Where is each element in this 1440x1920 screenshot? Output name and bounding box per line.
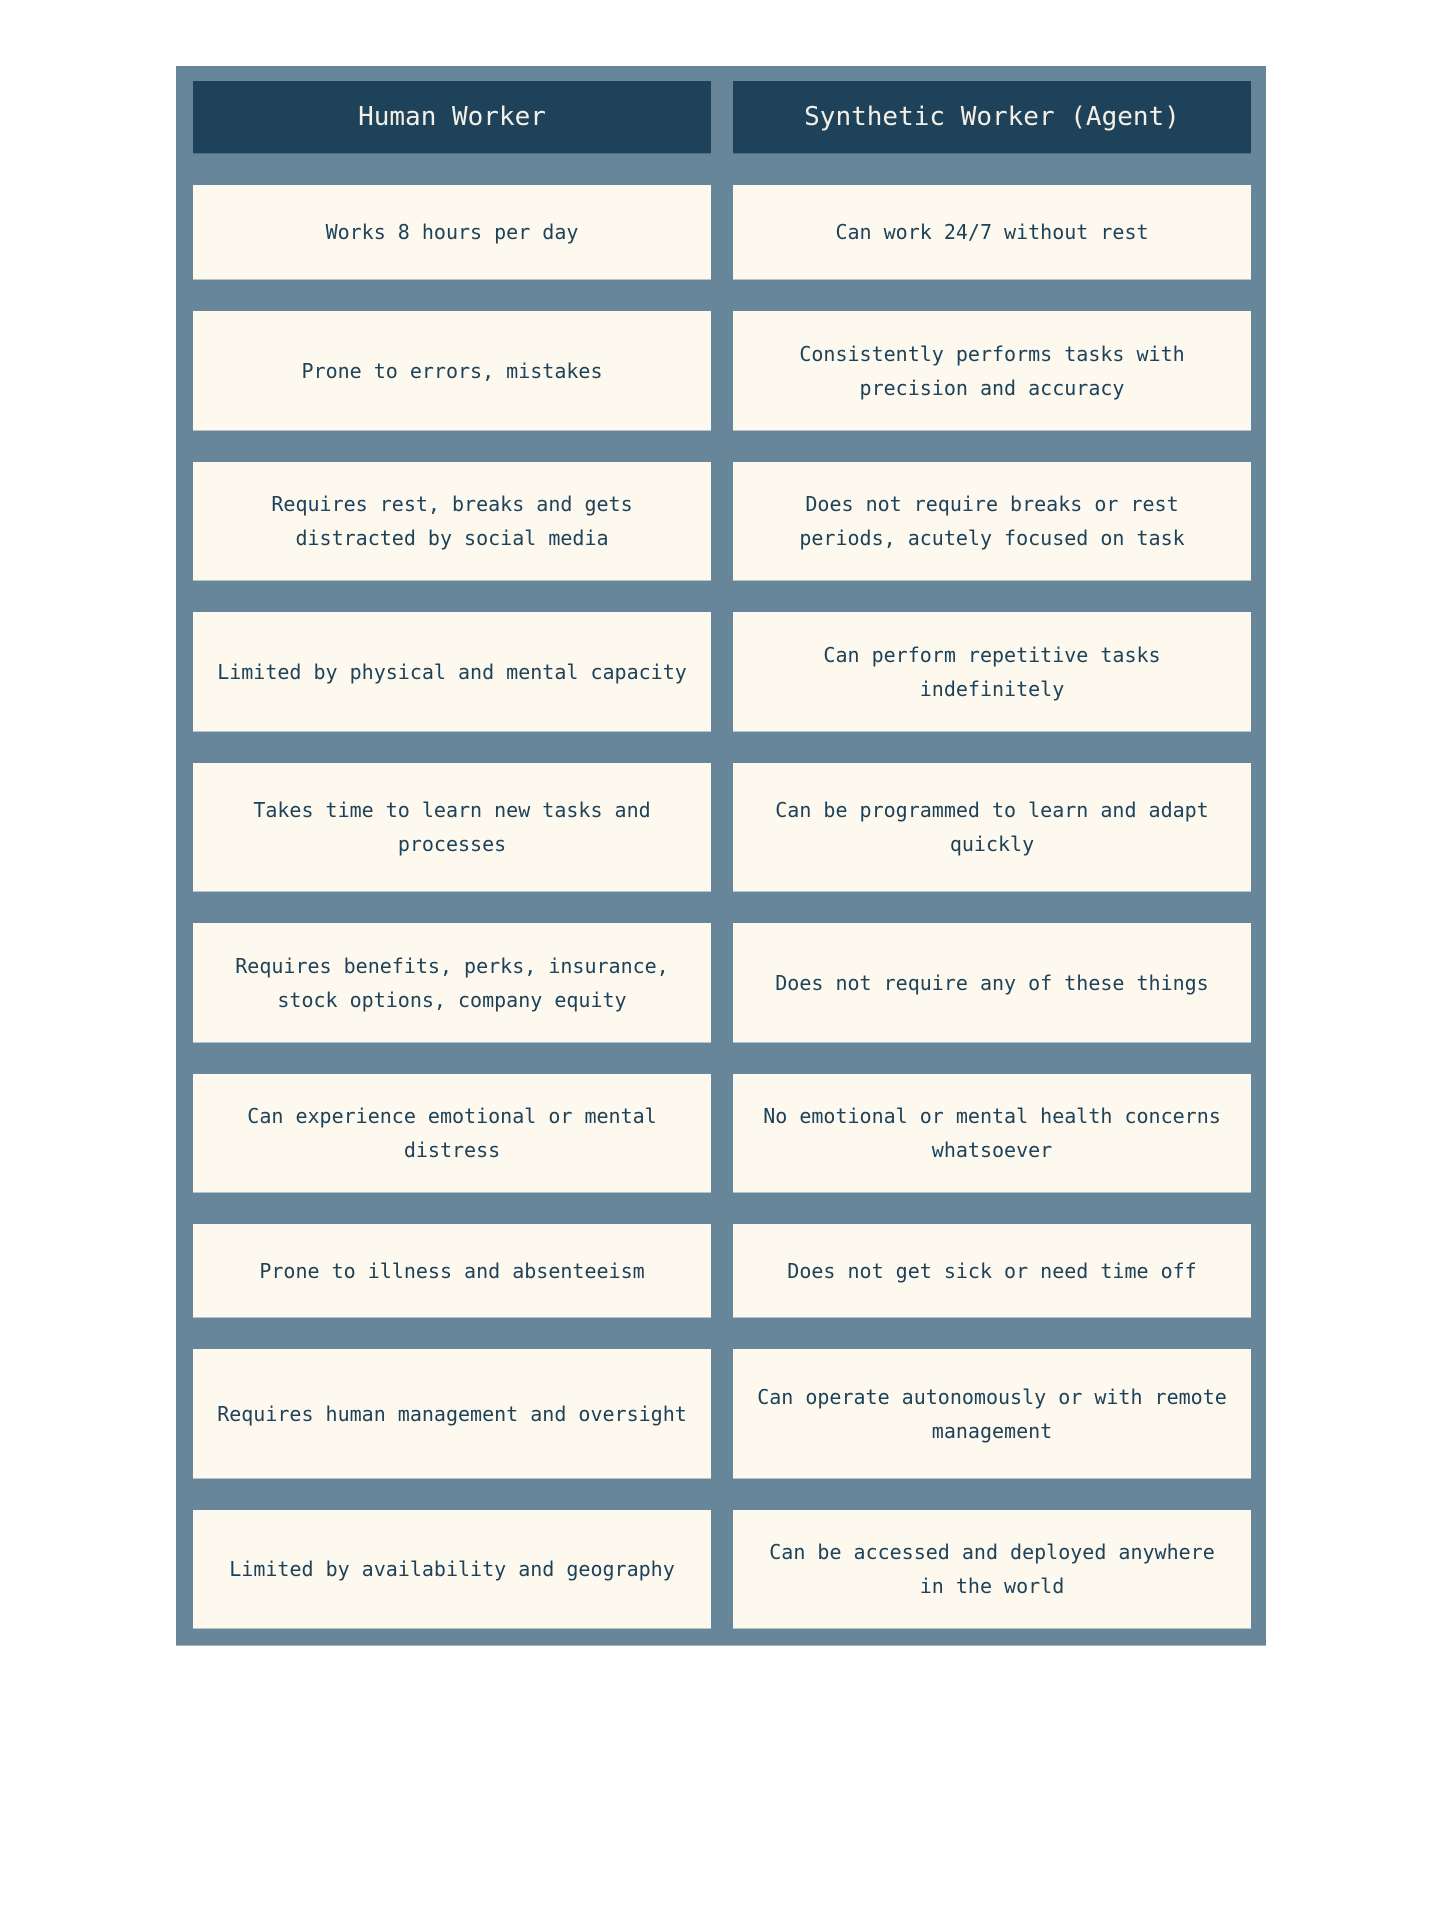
cell-human: Limited by availability and geography (193, 1510, 711, 1628)
cell-human: Requires human management and oversight (193, 1349, 711, 1478)
comparison-table: Human Worker Synthetic Worker (Agent) Wo… (176, 66, 1266, 1645)
cell-human: Works 8 hours per day (193, 185, 711, 279)
cell-human: Requires rest, breaks and gets distracte… (193, 462, 711, 580)
cell-agent: Does not require any of these things (733, 923, 1251, 1042)
cell-human: Limited by physical and mental capacity (193, 612, 711, 731)
cell-agent: Can be accessed and deployed anywhere in… (733, 1510, 1251, 1628)
cell-human: Takes time to learn new tasks and proces… (193, 763, 711, 891)
cell-agent: Can perform repetitive tasks indefinitel… (733, 612, 1251, 731)
cell-agent: Can operate autonomously or with remote … (733, 1349, 1251, 1478)
header-human-worker: Human Worker (193, 81, 711, 153)
cell-agent: Consistently performs tasks with precisi… (733, 311, 1251, 430)
header-synthetic-worker: Synthetic Worker (Agent) (733, 81, 1251, 153)
cell-agent: Does not get sick or need time off (733, 1224, 1251, 1317)
cell-agent: Can be programmed to learn and adapt qui… (733, 763, 1251, 891)
cell-agent: Can work 24/7 without rest (733, 185, 1251, 279)
comparison-grid: Human Worker Synthetic Worker (Agent) Wo… (193, 81, 1251, 1628)
cell-agent: No emotional or mental health concerns w… (733, 1074, 1251, 1192)
cell-human: Can experience emotional or mental distr… (193, 1074, 711, 1192)
cell-human: Prone to errors, mistakes (193, 311, 711, 430)
cell-human: Prone to illness and absenteeism (193, 1224, 711, 1317)
cell-agent: Does not require breaks or rest periods,… (733, 462, 1251, 580)
cell-human: Requires benefits, perks, insurance, sto… (193, 923, 711, 1042)
